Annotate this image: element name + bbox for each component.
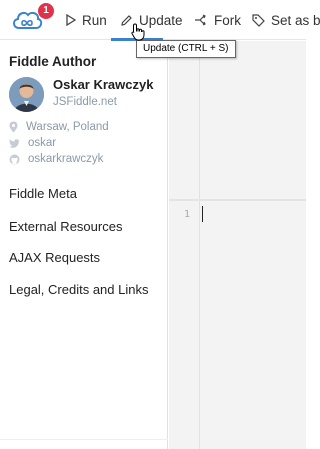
play-icon (66, 14, 76, 26)
twitter-icon (9, 138, 20, 148)
fiddle-author-title: Fiddle Author (9, 54, 97, 69)
author-github[interactable]: oskarkrawczyk (9, 153, 103, 165)
location-pin-icon (9, 121, 18, 133)
fork-label: Fork (214, 12, 241, 28)
update-label: Update (139, 12, 183, 28)
fork-icon (195, 14, 206, 26)
update-button[interactable]: Update (120, 10, 183, 30)
tag-icon (252, 13, 265, 27)
sidebar-item-external-resources[interactable]: External Resources (9, 219, 122, 234)
notification-badge[interactable]: 1 (38, 3, 54, 19)
author-site: JSFiddle.net (53, 96, 117, 108)
run-label: Run (82, 12, 107, 28)
sidebar-footer-divider (0, 439, 168, 440)
github-username: oskarkrawczyk (28, 153, 104, 165)
editor-pane-resize-handle[interactable] (169, 199, 306, 201)
sidebar-item-legal-credits[interactable]: Legal, Credits and Links (9, 282, 148, 297)
pointer-cursor-icon (131, 23, 145, 41)
location-text: Warsaw, Poland (26, 121, 109, 133)
avatar (9, 77, 44, 112)
sidebar: Fiddle Author Oskar Krawczyk JSFiddle.ne… (0, 41, 168, 449)
author-location: Warsaw, Poland (9, 121, 109, 133)
set-label: Set as b (271, 12, 320, 28)
github-icon (9, 154, 20, 164)
text-caret (202, 206, 203, 222)
set-as-base-button[interactable]: Set as b (252, 10, 320, 30)
twitter-handle: oskar (28, 137, 57, 149)
code-editor-area[interactable]: 1 (169, 41, 306, 449)
sidebar-item-fiddle-meta[interactable]: Fiddle Meta (9, 186, 77, 201)
sidebar-item-ajax-requests[interactable]: AJAX Requests (9, 250, 100, 265)
line-number: 1 (184, 209, 191, 220)
fork-button[interactable]: Fork (194, 10, 241, 30)
editor-gutter-border (199, 41, 200, 449)
author-name[interactable]: Oskar Krawczyk (53, 77, 153, 92)
run-button[interactable]: Run (66, 10, 107, 30)
top-toolbar: 1 Run Update Fork Set as b (0, 0, 320, 41)
author-twitter[interactable]: oskar (9, 137, 56, 149)
update-tooltip: Update (CTRL + S) (136, 40, 236, 58)
